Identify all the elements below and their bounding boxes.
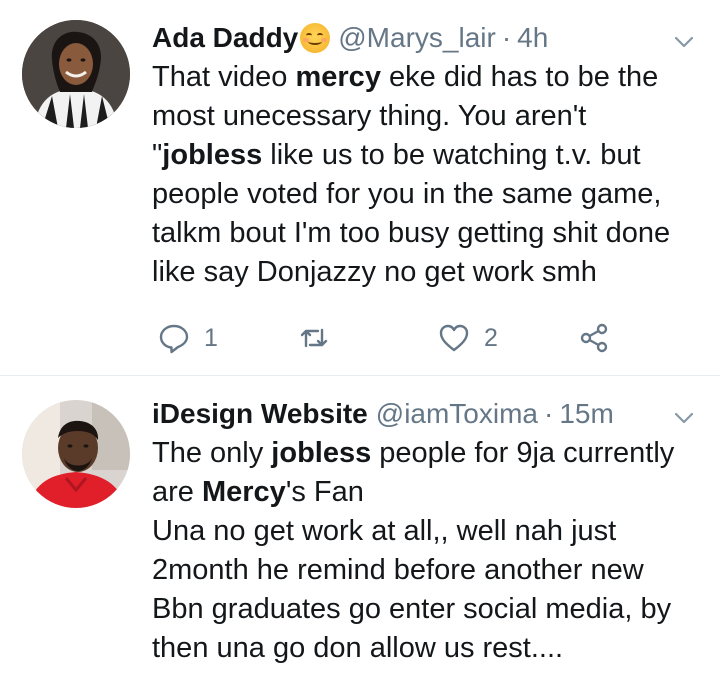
- user-handle[interactable]: @Marys_lair: [338, 22, 496, 54]
- text-segment: people for 9ja currently: [371, 437, 675, 469]
- tweet-text-line: are Mercy's Fan: [152, 473, 696, 512]
- tweet-content: iDesign Website @iamToxima · 15m The onl…: [152, 394, 696, 668]
- text-segment: Una no get work at all,, well nah just: [152, 515, 617, 547]
- tweet-actions: 1 2: [158, 318, 618, 358]
- highlighted-keyword: jobless: [271, 437, 372, 469]
- chevron-down-icon[interactable]: [672, 30, 696, 54]
- text-segment: The only: [152, 437, 272, 469]
- text-segment: people voted for you in the same game,: [152, 178, 662, 210]
- avatar[interactable]: [22, 20, 130, 128]
- separator-dot: ·: [501, 22, 512, 53]
- tweet-text-line: "jobless like us to be watching t.v. but: [152, 136, 696, 175]
- tweet-1[interactable]: Ada Daddy @Marys_lair · 4h That video me…: [0, 0, 720, 375]
- tweet-text-line: talkm bout I'm too busy getting shit don…: [152, 214, 696, 253]
- text-segment: ": [152, 139, 163, 171]
- tweet-text: That video mercy eke did has to be the mo…: [152, 58, 696, 292]
- text-segment: like say Donjazzy no get work smh: [152, 256, 597, 288]
- tweet-header: Ada Daddy @Marys_lair · 4h: [152, 18, 696, 58]
- separator-dot: ·: [544, 398, 554, 429]
- retweet-icon: [300, 328, 328, 348]
- text-segment: Bbn graduates go enter social media, by: [152, 593, 672, 625]
- tweet-text: The only jobless people for 9ja currentl…: [152, 434, 696, 668]
- tweet-text-line: people voted for you in the same game,: [152, 175, 696, 214]
- tweet-text-line: Una no get work at all,, well nah just: [152, 512, 696, 551]
- text-segment: 's Fan: [285, 476, 364, 508]
- retweet-button[interactable]: [298, 318, 330, 358]
- avatar-photo: [22, 20, 130, 128]
- timestamp[interactable]: 15m: [559, 398, 613, 430]
- like-count: 2: [484, 323, 498, 352]
- highlighted-keyword: Mercy: [201, 476, 286, 508]
- text-segment: That video: [152, 61, 296, 93]
- tweet-2[interactable]: iDesign Website @iamToxima · 15m The onl…: [0, 376, 720, 693]
- tweet-text-line: That video mercy eke did has to be the: [152, 58, 696, 97]
- share-icon: [580, 323, 608, 353]
- highlighted-keyword: jobless: [162, 139, 263, 171]
- chevron-down-icon[interactable]: [672, 406, 696, 430]
- avatar-photo: [22, 400, 130, 508]
- avatar[interactable]: [22, 400, 130, 508]
- heart-icon: [439, 324, 469, 352]
- tweet-text-line: The only jobless people for 9ja currentl…: [152, 434, 696, 473]
- text-segment: then una go don allow us rest....: [152, 632, 564, 664]
- text-segment: are: [152, 476, 202, 508]
- like-button[interactable]: 2: [438, 318, 498, 358]
- timestamp[interactable]: 4h: [517, 22, 548, 54]
- tweet-text-line: Bbn graduates go enter social media, by: [152, 590, 696, 629]
- tweet-text-line: like say Donjazzy no get work smh: [152, 253, 696, 292]
- display-name[interactable]: iDesign Website: [152, 398, 368, 430]
- reply-button[interactable]: 1: [158, 318, 218, 358]
- tweet-text-line: 2month he remind before another new: [152, 551, 696, 590]
- text-segment: like us to be watching t.v. but: [262, 139, 641, 171]
- text-segment: talkm bout I'm too busy getting shit don…: [152, 217, 671, 249]
- user-handle[interactable]: @iamToxima: [376, 398, 538, 430]
- tweet-text-line: most unecessary thing. You aren't: [152, 97, 696, 136]
- text-segment: eke did has to be the: [380, 61, 659, 93]
- display-name[interactable]: Ada Daddy: [152, 22, 298, 54]
- share-button[interactable]: [578, 318, 610, 358]
- text-segment: 2month he remind before another new: [152, 554, 644, 586]
- reply-count: 1: [204, 323, 218, 352]
- tweet-header: iDesign Website @iamToxima · 15m: [152, 394, 696, 434]
- tweet-content: Ada Daddy @Marys_lair · 4h That video me…: [152, 18, 696, 292]
- tweet-text-line: then una go don allow us rest....: [152, 629, 696, 668]
- smiling-face-emoji-icon: [300, 23, 331, 53]
- reply-icon: [159, 324, 189, 354]
- text-segment: most unecessary thing. You aren't: [152, 100, 587, 132]
- highlighted-keyword: mercy: [295, 61, 381, 93]
